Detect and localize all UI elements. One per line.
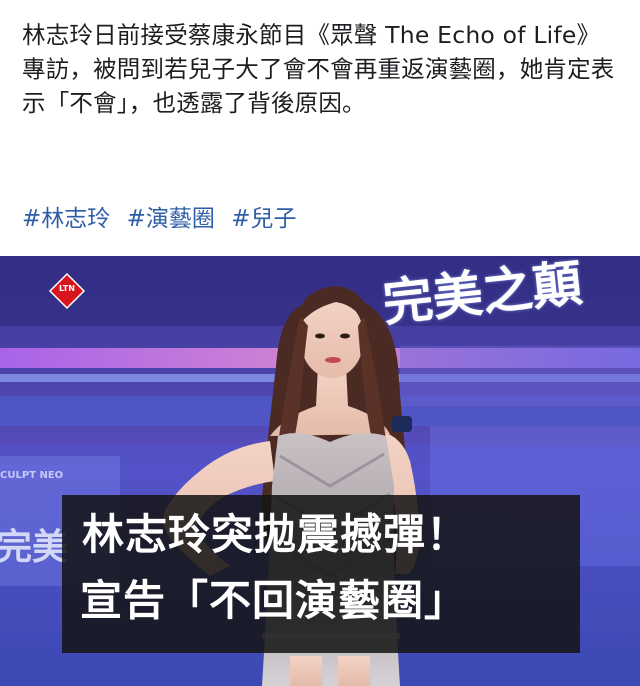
background-sign-large: 完美 xyxy=(0,527,69,568)
headline-line-2: 宣告「不回演藝圈」 xyxy=(80,576,468,625)
post-body-text: 林志玲日前接受蔡康永節目《眾聲 The Echo of Life》專訪，被問到若… xyxy=(22,21,615,117)
headline-caption-box: 林志玲突拋震撼彈！ 宣告「不回演藝圈」 xyxy=(62,495,580,653)
post-photo[interactable]: LTN 完美之顛 CULPT NEO 完美 林志玲突拋震撼彈！ 宣告「不回演藝圈… xyxy=(0,256,640,686)
background-sign-small: CULPT NEO xyxy=(0,470,64,481)
social-post: 林志玲日前接受蔡康永節目《眾聲 The Echo of Life》專訪，被問到若… xyxy=(0,0,640,686)
hashtag-list: #林志玲 #演藝圈 #兒子 xyxy=(22,202,305,236)
headline-line-1: 林志玲突拋震撼彈！ xyxy=(82,510,470,559)
hashtag-link[interactable]: #演藝圈 xyxy=(127,206,215,232)
ltn-logo: LTN xyxy=(52,284,82,293)
logo-label: LTN xyxy=(59,284,75,293)
hashtag-link[interactable]: #兒子 xyxy=(231,206,296,232)
hashtag-link[interactable]: #林志玲 xyxy=(22,206,110,232)
